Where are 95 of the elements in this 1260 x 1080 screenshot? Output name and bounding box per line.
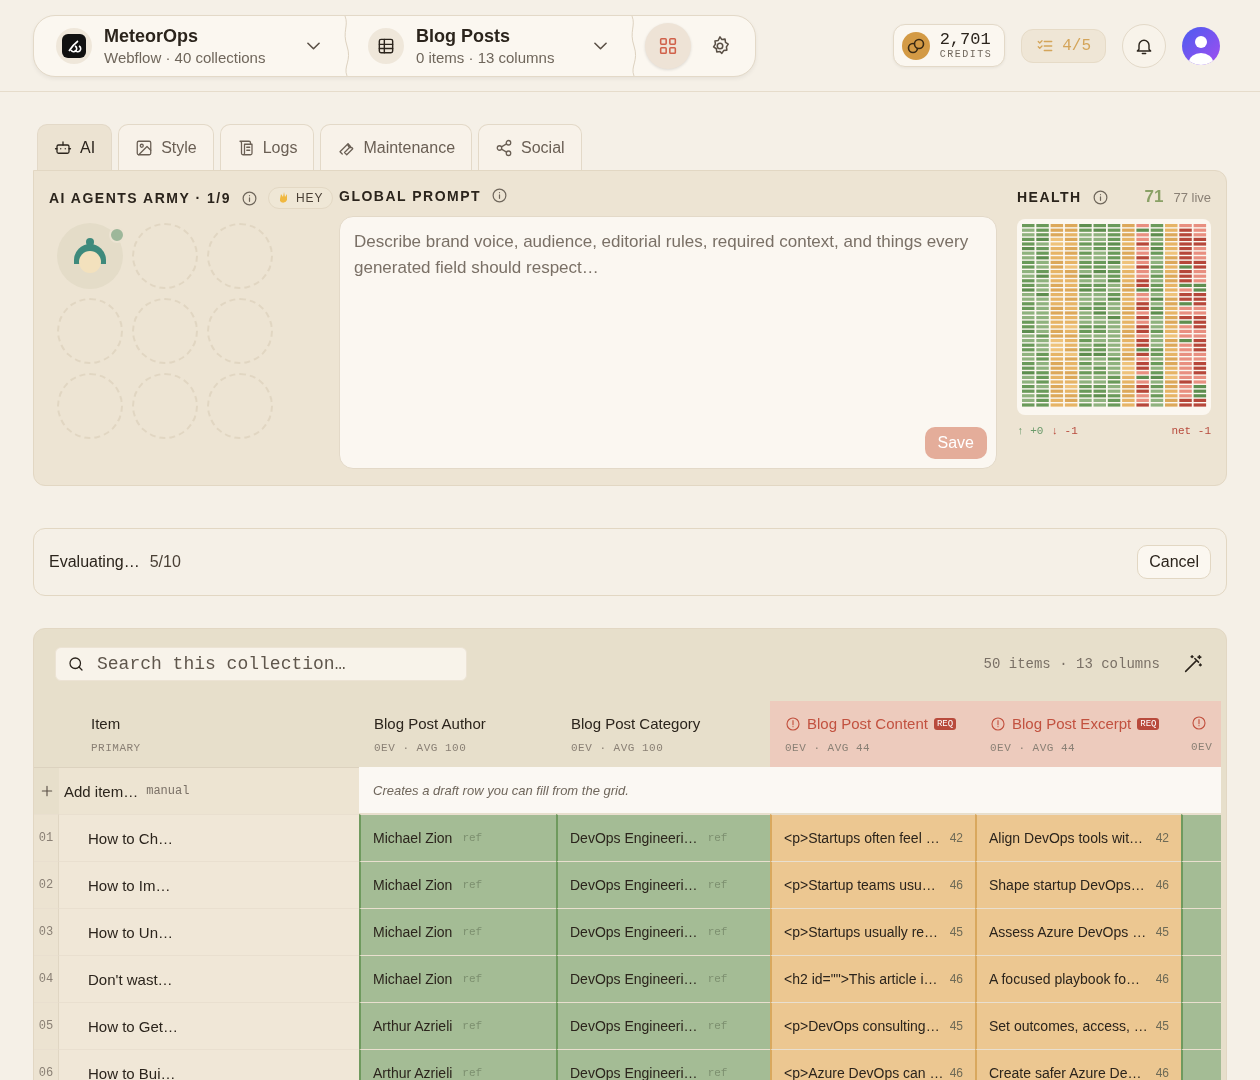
add-item-button[interactable]: Add item… bbox=[64, 782, 139, 800]
coins-icon bbox=[901, 31, 930, 60]
increase-count: ↑ +0 bbox=[1017, 425, 1044, 437]
tab[interactable]: AI bbox=[37, 124, 113, 170]
table-cell[interactable] bbox=[1181, 908, 1221, 955]
column-meta: 0EV bbox=[1191, 741, 1214, 753]
item-cell[interactable]: How to Get… bbox=[59, 1002, 359, 1049]
cancel-button[interactable]: Cancel bbox=[1137, 545, 1211, 579]
notifications-button[interactable] bbox=[1122, 23, 1166, 68]
row-number: 06 bbox=[34, 1049, 59, 1080]
tab[interactable]: Maintenance bbox=[320, 124, 473, 170]
info-icon bbox=[491, 187, 509, 204]
health-score: 71 bbox=[1144, 187, 1164, 207]
progress-label: Evaluating… bbox=[49, 553, 140, 571]
share-icon bbox=[495, 138, 514, 157]
greeting-button[interactable]: HEY bbox=[267, 187, 333, 209]
column-meta: 0EV · AVG 44 bbox=[990, 742, 1077, 754]
table-cell[interactable]: <h2 id="">This article i… 46 bbox=[770, 955, 975, 1002]
collection-name[interactable]: Blog Posts bbox=[416, 25, 555, 47]
row-number: 05 bbox=[34, 1002, 59, 1049]
column-title: Item bbox=[91, 715, 121, 732]
chevron-down-icon bbox=[594, 41, 607, 50]
magic-wand-icon bbox=[1182, 653, 1204, 675]
alert-icon bbox=[990, 715, 1006, 732]
item-cell[interactable]: Don't wast… bbox=[59, 955, 359, 1002]
item-cell[interactable]: How to Un… bbox=[59, 908, 359, 955]
image-icon bbox=[135, 138, 154, 157]
section-title: HEALTH bbox=[1017, 189, 1082, 205]
item-cell[interactable]: How to Bui… bbox=[59, 1049, 359, 1080]
grid-view-button[interactable] bbox=[645, 22, 691, 69]
net-change: net -1 bbox=[1171, 425, 1211, 437]
table-cell[interactable] bbox=[1181, 814, 1221, 861]
row-number: 01 bbox=[34, 814, 59, 861]
table-cell[interactable]: Shape startup DevOps… 46 bbox=[975, 861, 1181, 908]
table-cell[interactable]: Assess Azure DevOps … 45 bbox=[975, 908, 1181, 955]
table-cell[interactable]: Set outcomes, access, … 45 bbox=[975, 1002, 1181, 1049]
workspace-subtitle: Webflow · 40 collections bbox=[104, 48, 266, 66]
search-field[interactable]: Search this collection… bbox=[55, 647, 467, 681]
online-dot bbox=[109, 227, 125, 243]
column-meta: 0EV · AVG 100 bbox=[374, 742, 468, 754]
table-cell[interactable] bbox=[1181, 955, 1221, 1002]
table-cell[interactable]: A focused playbook fo… 46 bbox=[975, 955, 1181, 1002]
collection-subtitle: 0 items · 13 columns bbox=[416, 48, 555, 66]
column-title: Blog Post Excerpt bbox=[1012, 715, 1132, 732]
chevron-down-icon bbox=[307, 41, 320, 50]
info-icon bbox=[1091, 188, 1109, 206]
row-number: 03 bbox=[34, 908, 59, 955]
tab[interactable]: Logs bbox=[219, 124, 315, 170]
workspace-name[interactable]: MeteorOps bbox=[104, 25, 266, 47]
column-title: Blog Post Content bbox=[807, 715, 928, 732]
credits-badge[interactable]: 2,701 CREDITS bbox=[892, 24, 1006, 67]
alert-icon bbox=[785, 715, 801, 732]
table-summary: 50 items · 13 columns bbox=[983, 656, 1160, 672]
column-meta: PRIMARY bbox=[91, 742, 142, 754]
table-cell[interactable]: <p>DevOps consulting… 45 bbox=[770, 1002, 975, 1049]
row-number: 02 bbox=[34, 861, 59, 908]
column-header[interactable]: Blog Post Author 0EV · AVG 100 bbox=[359, 701, 556, 767]
tab[interactable]: Social bbox=[478, 124, 582, 170]
table-cell[interactable]: <p>Azure DevOps can … 46 bbox=[770, 1049, 975, 1080]
add-item-hint: Creates a draft row you can fill from the grid. bbox=[359, 767, 1221, 813]
table-cell[interactable]: Align DevOps tools wit… 42 bbox=[975, 814, 1181, 861]
table-cell[interactable]: <p>Startups usually re… 45 bbox=[770, 908, 975, 955]
row-number: 04 bbox=[34, 955, 59, 1002]
column-meta: 0EV · AVG 44 bbox=[785, 742, 872, 754]
column-header[interactable]: Blog Post Category 0EV · AVG 100 bbox=[556, 701, 770, 767]
manual-tag: manual bbox=[146, 784, 190, 798]
alert-icon bbox=[1191, 715, 1207, 731]
credits-label: CREDITS bbox=[939, 49, 993, 60]
column-header[interactable]: Blog Post Content REQ 0EV · AVG 44 bbox=[770, 701, 975, 767]
item-cell[interactable]: How to Ch… bbox=[59, 814, 359, 861]
progress-count: 5/10 bbox=[149, 553, 181, 571]
item-cell[interactable]: How to Im… bbox=[59, 861, 359, 908]
search-icon bbox=[67, 655, 85, 673]
scroll-icon bbox=[236, 138, 255, 157]
table-cell[interactable] bbox=[1181, 1002, 1221, 1049]
table-cell[interactable]: <p>Startup teams usu… 46 bbox=[770, 861, 975, 908]
table-cell[interactable]: <p>Startups often feel … 42 bbox=[770, 814, 975, 861]
section-title: AI AGENTS ARMY · 1/9 bbox=[49, 190, 231, 206]
table-cell[interactable]: Create safer Azure De… 46 bbox=[975, 1049, 1181, 1080]
decrease-count: ↓ -1 bbox=[1051, 425, 1078, 437]
live-count: 77 live bbox=[1173, 189, 1211, 205]
column-title: Blog Post Category bbox=[571, 715, 701, 732]
credits-value: 2,701 bbox=[939, 31, 992, 49]
column-meta: 0EV · AVG 100 bbox=[571, 742, 665, 754]
user-avatar[interactable] bbox=[1182, 26, 1220, 65]
column-title: Blog Post Author bbox=[374, 715, 486, 732]
info-icon bbox=[240, 189, 258, 207]
column-header[interactable]: Item PRIMARY bbox=[59, 701, 359, 767]
column-header[interactable]: Blog Post Excerpt REQ 0EV · AVG 44 bbox=[975, 701, 1181, 767]
tab[interactable]: Style bbox=[118, 124, 214, 170]
app-logo-icon bbox=[62, 33, 86, 58]
required-badge: REQ bbox=[1137, 717, 1160, 730]
section-title: GLOBAL PROMPT bbox=[339, 187, 482, 204]
table-cell[interactable] bbox=[1181, 861, 1221, 908]
required-badge: REQ bbox=[933, 717, 957, 730]
